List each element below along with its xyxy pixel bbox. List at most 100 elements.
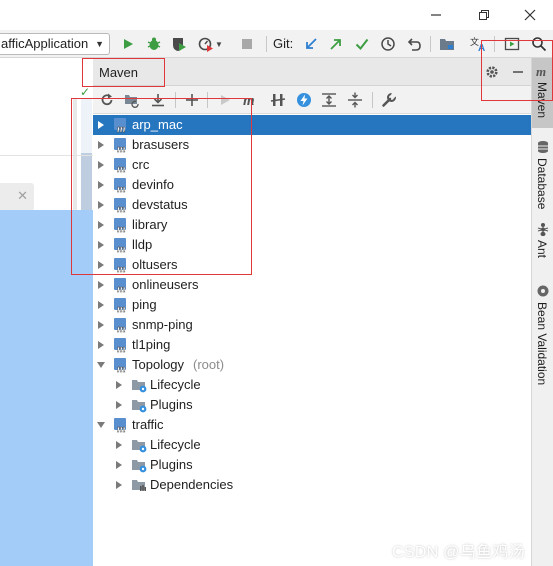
svg-text:m: m: [117, 323, 126, 333]
expand-arrow-icon[interactable]: [95, 295, 107, 315]
profile-dropdown-button[interactable]: ▼: [214, 35, 224, 53]
history-clock-icon: [381, 37, 395, 51]
lifecycle-folder-icon: [132, 440, 147, 453]
run-configuration-dropdown[interactable]: afficApplication ▼: [0, 33, 110, 55]
tree-node-label: Lifecycle: [150, 377, 201, 392]
tree-node-label: tl1ping: [132, 337, 171, 352]
lifecycle-folder-icon: [132, 380, 147, 393]
maven-module-icon: m: [114, 358, 126, 373]
profiler-icon: [198, 37, 213, 52]
expand-arrow-icon[interactable]: [95, 315, 107, 335]
stripe-tab-label: Ant: [535, 240, 549, 259]
expand-arrow-icon[interactable]: [113, 375, 125, 395]
close-tab-icon[interactable]: ✕: [17, 188, 28, 204]
tree-node-label: ping: [132, 297, 157, 312]
toggle-offline-mode-button[interactable]: [269, 91, 287, 109]
svg-text:m: m: [117, 423, 126, 433]
coverage-shield-icon: [173, 38, 186, 51]
annotation-box-maven-title: [82, 58, 165, 87]
toolbar-separator: [430, 36, 431, 52]
debug-button[interactable]: [145, 35, 163, 53]
tree-module-node[interactable]: m tl1ping: [93, 335, 531, 355]
expand-arrow-icon[interactable]: [113, 395, 125, 415]
maven-module-icon: m: [114, 338, 126, 353]
svg-text:m: m: [117, 363, 126, 373]
rollback-icon: [407, 38, 421, 51]
tree-node-label: Lifecycle: [150, 437, 201, 452]
close-icon: [524, 9, 536, 21]
tree-node-label: traffic: [132, 417, 164, 432]
maven-module-icon: m: [114, 278, 126, 293]
profile-button[interactable]: [197, 35, 215, 53]
tree-child-node[interactable]: Plugins: [93, 395, 531, 415]
git-label: Git:: [273, 36, 294, 51]
maven-settings-button[interactable]: [380, 91, 398, 109]
collapse-all-icon: [348, 92, 362, 108]
tree-child-node[interactable]: Dependencies: [93, 475, 531, 495]
tree-child-node[interactable]: Lifecycle: [93, 375, 531, 395]
annotation-box-maven-tab: [481, 40, 553, 101]
git-update-button[interactable]: [302, 35, 320, 53]
maven-module-icon: m: [114, 418, 126, 433]
tree-node-label: Topology: [132, 357, 185, 372]
toolbar-separator: [372, 92, 373, 108]
project-structure-button[interactable]: [438, 35, 456, 53]
run-with-coverage-button[interactable]: [170, 35, 188, 53]
main-toolbar: afficApplication ▼ ▼ Git: 文 A: [0, 30, 553, 58]
stripe-tab-label: Bean Validation: [535, 302, 549, 386]
restore-icon: [479, 10, 489, 20]
debug-bug-icon: [147, 37, 161, 50]
run-configuration-label: afficApplication: [1, 36, 89, 51]
wrench-icon: [382, 92, 397, 107]
lightning-icon: [297, 93, 311, 107]
minimize-icon: [431, 14, 441, 16]
svg-text:m: m: [117, 303, 126, 313]
run-icon: [124, 39, 133, 49]
annotation-box-modules: [71, 98, 252, 275]
tree-child-node[interactable]: Plugins: [93, 455, 531, 475]
tree-module-node[interactable]: m snmp-ping: [93, 315, 531, 335]
watermark: CSDN @乌鱼鸡汤: [392, 544, 526, 561]
run-button[interactable]: [119, 35, 137, 53]
offline-mode-icon: [270, 94, 286, 106]
expand-arrow-icon[interactable]: [95, 275, 107, 295]
expand-arrow-icon[interactable]: [95, 335, 107, 355]
tree-module-node[interactable]: m onlineusers: [93, 275, 531, 295]
close-window-button[interactable]: [518, 5, 542, 25]
git-rollback-button[interactable]: [405, 35, 423, 53]
window-title-bar: [0, 0, 553, 30]
expand-arrow-icon[interactable]: [113, 455, 125, 475]
inspection-ok-icon: ✓: [80, 85, 91, 99]
maven-module-icon: m: [114, 298, 126, 313]
collapse-arrow-icon[interactable]: [95, 355, 107, 375]
tree-node-label: Dependencies: [150, 477, 234, 492]
collapse-arrow-icon[interactable]: [95, 415, 107, 435]
editor-tab[interactable]: ✕: [0, 183, 34, 211]
toolbar-separator: [266, 36, 267, 52]
tree-module-node[interactable]: m traffic: [93, 415, 531, 435]
tree-child-node[interactable]: Lifecycle: [93, 435, 531, 455]
ant-icon: [537, 223, 549, 236]
expand-arrow-icon[interactable]: [113, 475, 125, 495]
collapse-all-button[interactable]: [346, 91, 364, 109]
minimize-window-button[interactable]: [424, 5, 448, 25]
commit-check-icon: [355, 38, 369, 51]
skip-tests-button[interactable]: [295, 91, 313, 109]
svg-text:m: m: [117, 343, 126, 353]
tree-node-label: onlineusers: [132, 277, 199, 292]
stop-button[interactable]: [238, 35, 256, 53]
restore-window-button[interactable]: [472, 5, 496, 25]
tree-module-node[interactable]: m Topology (root): [93, 355, 531, 375]
expand-arrow-icon[interactable]: [113, 435, 125, 455]
project-structure-icon: [440, 39, 454, 50]
bean-validation-icon: [537, 285, 549, 297]
git-push-button[interactable]: [327, 35, 345, 53]
update-arrow-icon: [306, 38, 317, 49]
git-history-button[interactable]: [379, 35, 397, 53]
show-dependencies-button[interactable]: [320, 91, 338, 109]
tree-module-node[interactable]: m ping: [93, 295, 531, 315]
tree-node-suffix: (root): [193, 357, 225, 372]
right-tool-stripe: m Maven Database Ant Bean Validation: [531, 58, 553, 566]
plugins-folder-icon: [132, 400, 147, 413]
git-commit-button[interactable]: [353, 35, 371, 53]
